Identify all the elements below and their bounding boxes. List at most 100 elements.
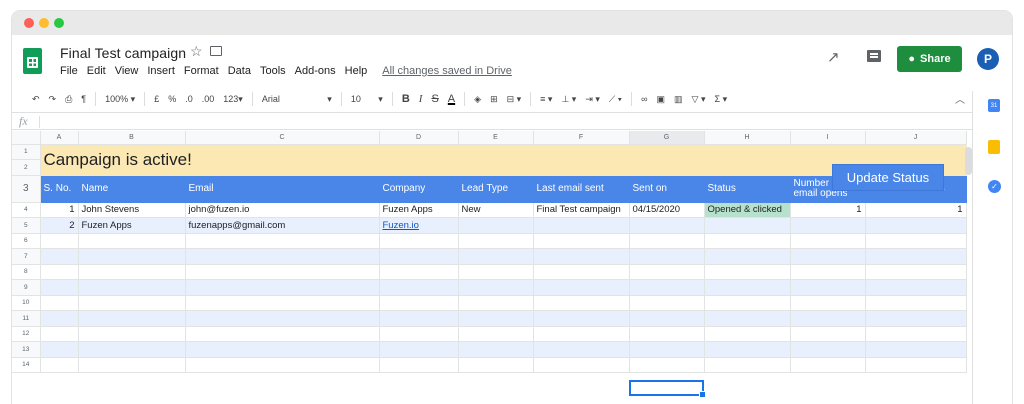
row-header[interactable]: 11 (12, 310, 41, 327)
table-cell[interactable] (458, 279, 534, 296)
table-cell[interactable] (704, 326, 791, 342)
table-cell[interactable] (790, 295, 866, 311)
star-icon[interactable]: ☆ (190, 43, 203, 60)
table-cell[interactable] (458, 310, 534, 327)
table-cell[interactable] (185, 233, 380, 249)
active-cell-cursor[interactable] (629, 380, 706, 398)
table-cell[interactable] (704, 357, 791, 373)
table-cell[interactable]: 1 (790, 202, 866, 218)
table-cell[interactable] (379, 248, 459, 265)
table-cell[interactable] (629, 233, 705, 249)
table-cell[interactable] (78, 279, 186, 296)
filter-icon[interactable]: ▽ ▾ (692, 94, 706, 105)
table-cell[interactable]: john@fuzen.io (185, 202, 380, 218)
table-cell[interactable] (533, 341, 630, 358)
table-cell[interactable] (790, 217, 866, 234)
table-cell[interactable] (40, 357, 79, 373)
table-cell[interactable]: Fuzen Apps (78, 217, 186, 234)
table-cell[interactable] (458, 248, 534, 265)
table-cell[interactable] (533, 248, 630, 265)
table-cell[interactable] (458, 357, 534, 373)
more-formats-select[interactable]: 123▾ (223, 94, 243, 105)
table-cell[interactable] (704, 248, 791, 265)
table-cell[interactable]: Fuzen Apps (379, 202, 459, 218)
table-cell[interactable] (629, 310, 705, 327)
table-cell[interactable] (78, 326, 186, 342)
decrease-decimal-button[interactable]: .0 (185, 94, 193, 104)
table-cell[interactable] (78, 233, 186, 249)
share-button[interactable]: ● Share (897, 46, 962, 72)
insert-comment-icon[interactable]: ▣ (657, 94, 666, 105)
table-cell[interactable] (458, 233, 534, 249)
print-icon[interactable]: ⎙ (65, 94, 72, 105)
table-cell[interactable]: 2 (40, 217, 79, 234)
table-cell[interactable] (704, 279, 791, 296)
table-cell[interactable]: 1 (865, 202, 967, 218)
table-cell[interactable]: 1 (40, 202, 79, 218)
row-header[interactable]: 2 (12, 159, 41, 176)
table-cell[interactable] (865, 310, 967, 327)
header-cell[interactable]: Name (78, 175, 186, 203)
row-header[interactable]: 7 (12, 248, 41, 265)
table-cell[interactable] (629, 248, 705, 265)
table-cell[interactable] (629, 217, 705, 234)
table-cell[interactable] (533, 217, 630, 234)
table-cell[interactable] (40, 326, 79, 342)
table-cell[interactable] (40, 295, 79, 311)
zoom-select[interactable]: 100% ▾ (105, 94, 135, 105)
text-wrapping-icon[interactable]: ⇥ ▾ (585, 94, 600, 105)
text-rotation-icon[interactable]: ⟋ ▾ (609, 94, 622, 105)
table-cell[interactable] (865, 233, 967, 249)
table-cell[interactable] (865, 279, 967, 296)
table-cell[interactable] (40, 341, 79, 358)
menu-edit[interactable]: Edit (87, 65, 106, 77)
undo-icon[interactable]: ↶ (32, 94, 40, 105)
table-cell[interactable] (704, 264, 791, 280)
paint-format-icon[interactable]: ¶ (81, 94, 86, 104)
save-status-link[interactable]: All changes saved in Drive (382, 65, 512, 77)
row-header[interactable]: 10 (12, 295, 41, 311)
table-cell[interactable] (629, 295, 705, 311)
menu-insert[interactable]: Insert (147, 65, 175, 77)
table-cell[interactable] (865, 295, 967, 311)
row-header[interactable]: 4 (12, 202, 41, 218)
strikethrough-button[interactable]: S (431, 93, 438, 105)
text-color-button[interactable]: A (448, 93, 455, 105)
column-header-a[interactable]: A (40, 131, 79, 145)
menu-help[interactable]: Help (345, 65, 368, 77)
table-cell[interactable] (790, 233, 866, 249)
header-cell[interactable]: S. No. (40, 175, 79, 203)
header-cell[interactable]: Status (704, 175, 791, 203)
menu-tools[interactable]: Tools (260, 65, 286, 77)
row-header[interactable]: 13 (12, 341, 41, 358)
row-header[interactable]: 5 (12, 217, 41, 234)
table-cell[interactable] (78, 264, 186, 280)
font-size-select[interactable]: 10 ▾ (351, 94, 383, 105)
column-header-c[interactable]: C (185, 131, 380, 145)
header-cell[interactable]: Email (185, 175, 380, 203)
table-cell[interactable] (790, 264, 866, 280)
table-cell[interactable] (379, 341, 459, 358)
vertical-align-icon[interactable]: ⊥ ▾ (561, 94, 576, 105)
table-cell[interactable]: Final Test campaign (533, 202, 630, 218)
select-all-corner[interactable] (12, 131, 41, 145)
table-cell[interactable] (78, 341, 186, 358)
table-cell[interactable] (629, 341, 705, 358)
table-cell[interactable]: fuzenapps@gmail.com (185, 217, 380, 234)
minimize-window-button[interactable] (39, 18, 49, 28)
table-cell[interactable] (40, 279, 79, 296)
table-cell[interactable] (40, 233, 79, 249)
table-cell[interactable] (533, 233, 630, 249)
close-window-button[interactable] (24, 18, 34, 28)
row-header[interactable]: 6 (12, 233, 41, 249)
table-cell[interactable] (704, 233, 791, 249)
sheets-logo-icon[interactable] (23, 48, 42, 74)
table-cell[interactable] (790, 357, 866, 373)
merge-cells-icon[interactable]: ⊟ ▾ (507, 94, 522, 105)
table-cell[interactable] (379, 233, 459, 249)
table-cell[interactable] (40, 248, 79, 265)
table-cell[interactable] (629, 264, 705, 280)
table-cell[interactable] (704, 341, 791, 358)
table-cell[interactable]: 04/15/2020 (629, 202, 705, 218)
percent-format-button[interactable]: % (168, 94, 176, 104)
